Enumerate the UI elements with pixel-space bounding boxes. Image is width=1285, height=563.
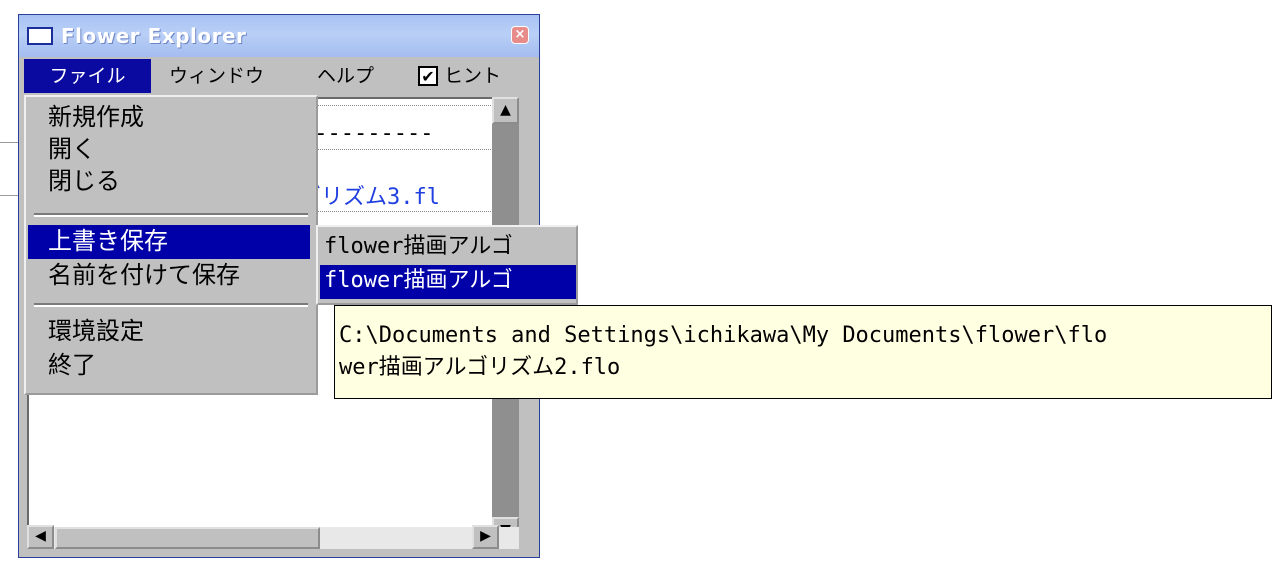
path-tooltip: C:\Documents and Settings\ichikawa\My Do… xyxy=(334,305,1272,399)
menu-item-exit[interactable]: 終了 xyxy=(28,349,310,383)
scroll-right-icon[interactable]: ▶ xyxy=(472,525,499,549)
menu-separator xyxy=(34,213,308,217)
submenu-item[interactable]: flower描画アルゴ xyxy=(320,265,576,299)
title-bar[interactable]: Flower Explorer × xyxy=(19,15,539,57)
window-icon xyxy=(27,27,53,45)
hint-checkbox[interactable]: ✔ xyxy=(418,66,438,86)
tooltip-line: wer描画アルゴリズム2.flo xyxy=(339,355,621,380)
scroll-left-icon[interactable]: ◀ xyxy=(27,525,54,549)
hint-checkbox-label[interactable]: ヒント xyxy=(444,59,501,93)
menu-item-save-as[interactable]: 名前を付けて保存 xyxy=(28,259,310,293)
menu-help[interactable]: ヘルプ xyxy=(305,59,386,93)
file-menu-dropdown: 新規作成 開く 閉じる 上書き保存 名前を付けて保存 環境設定 終了 xyxy=(24,95,318,395)
menu-file[interactable]: ファイル xyxy=(24,59,151,93)
window-title: Flower Explorer xyxy=(61,24,247,48)
menu-item-close[interactable]: 閉じる xyxy=(28,165,310,199)
menu-window[interactable]: ウィンドウ xyxy=(157,59,276,93)
menu-item-save[interactable]: 上書き保存 xyxy=(28,225,310,259)
save-submenu: flower描画アルゴ flower描画アルゴ xyxy=(316,225,578,305)
close-icon[interactable]: × xyxy=(511,26,529,44)
menu-separator xyxy=(34,303,308,307)
horizontal-scrollbar[interactable]: ◀ ▶ xyxy=(27,525,519,549)
scroll-up-icon[interactable]: ▲ xyxy=(492,97,519,124)
list-item[interactable]: ゴリズム3.fl xyxy=(299,179,440,211)
tooltip-line: C:\Documents and Settings\ichikawa\My Do… xyxy=(339,323,1108,348)
menu-item-preferences[interactable]: 環境設定 xyxy=(28,315,310,349)
menu-item-new[interactable]: 新規作成 xyxy=(28,101,310,135)
scroll-thumb[interactable] xyxy=(55,527,320,549)
submenu-item[interactable]: flower描画アルゴ xyxy=(320,231,576,265)
menu-item-open[interactable]: 開く xyxy=(28,133,310,167)
menu-bar: ファイル ウィンドウ ヘルプ ✔ ヒント xyxy=(19,57,539,95)
